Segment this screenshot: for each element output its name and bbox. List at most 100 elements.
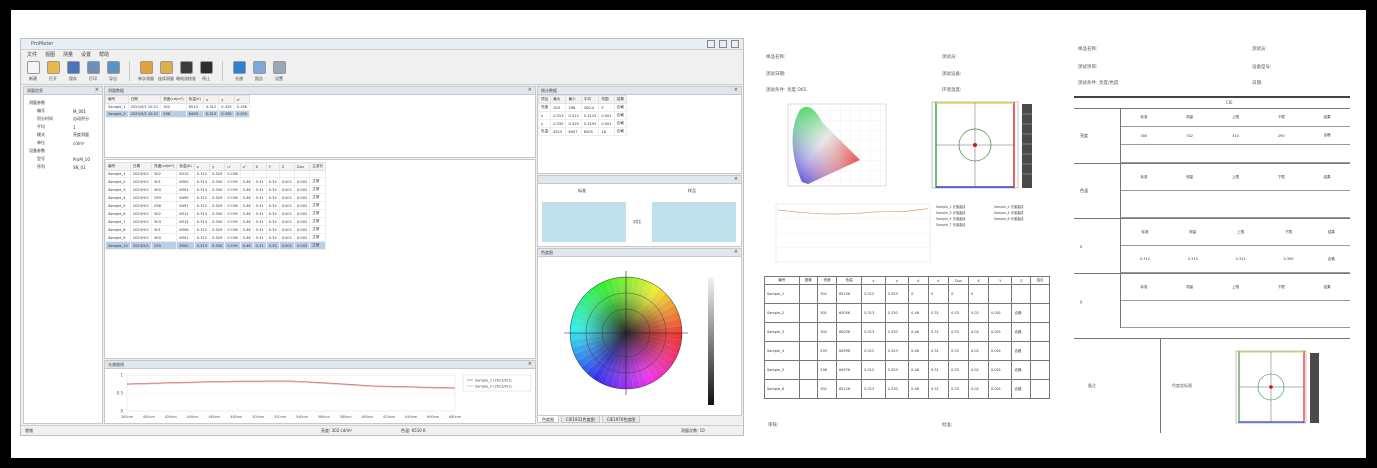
- close-icon[interactable]: ×: [528, 87, 532, 94]
- table-cell: 2023/9/1: [129, 185, 153, 194]
- column-header[interactable]: 最小: [565, 95, 582, 104]
- toolbar-button-8[interactable]: 暗电流校准: [176, 60, 196, 82]
- minimize-icon[interactable]: [707, 40, 715, 48]
- toolbar-button-6[interactable]: 单次测量: [138, 60, 154, 82]
- column-header[interactable]: 色温(K): [185, 95, 204, 104]
- table-row[interactable]: Sample_8 2023/9/1 301 6506 0.312 0.329 0.198 0.…: [105, 225, 327, 234]
- table-row[interactable]: 亮度 303 298 300.4 5 合格: [537, 103, 627, 112]
- menu-file[interactable]: 文件: [27, 51, 37, 58]
- toolbar-button-9[interactable]: 停止: [198, 60, 214, 82]
- close-icon[interactable]: ×: [734, 87, 738, 94]
- print-icon: [86, 60, 100, 74]
- property-row[interactable]: 序列 SN_01: [27, 163, 99, 171]
- toolbar-button-3[interactable]: 保存: [65, 60, 81, 82]
- table-row[interactable]: Sample_4 2023/9/1 299 6499 0.312 0.329 0.198 0.…: [105, 193, 327, 202]
- x-tick-label: 640nm: [405, 415, 418, 419]
- menu-help[interactable]: 帮助: [99, 51, 109, 58]
- column-header[interactable]: y: [209, 162, 226, 171]
- tab-3[interactable]: CIE1976色度图: [601, 415, 641, 423]
- toolbar-button-10[interactable]: 光谱: [231, 60, 247, 82]
- table-row[interactable]: Sample_1 2023/9/1 302 6510 0.312 0.329 0.198: [105, 170, 327, 178]
- maximize-icon[interactable]: [719, 40, 727, 48]
- column-header[interactable]: 项目: [537, 95, 552, 104]
- column-header[interactable]: 色温(K): [176, 162, 195, 171]
- toolbar-button-label: 光谱: [235, 75, 243, 81]
- table-cell: 0.329: [209, 201, 226, 210]
- column-header[interactable]: 最大: [550, 95, 567, 104]
- table-cell: 6499K: [835, 341, 863, 361]
- column-header[interactable]: 编号: [105, 162, 131, 171]
- column-header[interactable]: x: [202, 95, 220, 104]
- tab-2[interactable]: CIE1931色度图: [561, 415, 600, 423]
- property-row[interactable]: 模式 亮度测量: [27, 131, 99, 139]
- column-header: Y: [987, 276, 1013, 285]
- column-header[interactable]: Z: [278, 162, 296, 171]
- menu-measure[interactable]: 测量: [63, 51, 73, 58]
- toolbar-button-11[interactable]: 报告: [251, 60, 267, 82]
- toolbar-button-4[interactable]: 打印: [85, 60, 101, 82]
- status-count: 测量次数: 10: [681, 428, 705, 433]
- table-row[interactable]: Sample_6 2023/9/1 302 6512 0.313 0.330 0.199 0.…: [105, 209, 327, 218]
- menu-settings[interactable]: 设置: [81, 51, 91, 58]
- toolbar-button-5[interactable]: 导出: [105, 60, 121, 82]
- column-header[interactable]: Duv: [293, 162, 311, 171]
- table-cell: 302: [817, 284, 837, 304]
- column-header[interactable]: 编号: [105, 95, 129, 104]
- close-icon[interactable]: ×: [528, 361, 532, 368]
- toolbar-button-7[interactable]: 连续测量: [158, 60, 174, 82]
- table-row[interactable]: Sample_7 2023/9/1 303 6515 0.313 0.330 0.199 0.…: [105, 217, 327, 226]
- table-cell: 0.330: [550, 119, 567, 128]
- table-cell: [309, 170, 327, 178]
- toolbar-button-2[interactable]: 打开: [45, 60, 61, 82]
- property-row[interactable]: 测量参数: [27, 99, 99, 107]
- property-key: 测量参数: [29, 100, 45, 105]
- tab-1[interactable]: 色度图: [537, 415, 559, 423]
- property-row[interactable]: 型号 ProM_10: [27, 155, 99, 163]
- table-row: Sample_3 300 6503K 0.313 0.330 0.46 0.31 0.33 0.…: [764, 322, 1050, 342]
- table-row[interactable]: Sample_9 2023/9/1 300 6501 0.312 0.329 0.198 0.…: [105, 233, 327, 242]
- column-header[interactable]: x: [193, 162, 211, 171]
- close-icon[interactable]: ×: [734, 176, 738, 183]
- column-header[interactable]: 主波长: [309, 162, 327, 171]
- table-cell: 0.002: [293, 217, 311, 226]
- column-header[interactable]: v': [239, 162, 254, 171]
- table-row[interactable]: Sample_1 2023/9/1 10:21 302 6510 0.312 0.329 0…: [105, 103, 250, 111]
- property-row[interactable]: 积分时间 自动积分: [27, 115, 99, 123]
- property-row[interactable]: 设备参数: [27, 147, 99, 155]
- column-header[interactable]: 范围: [598, 95, 615, 104]
- table-row[interactable]: Sample_2 2023/9/1 301 6505 0.313 0.330 0.199 0.…: [105, 177, 327, 186]
- table-row: 300 302 310 290 合格: [1121, 126, 1350, 146]
- menu-view[interactable]: 视图: [45, 51, 55, 58]
- table-cell: 0.46: [239, 217, 254, 226]
- column-header[interactable]: y: [218, 95, 235, 104]
- toolbar-button-12[interactable]: 设置: [271, 60, 287, 82]
- table-row[interactable]: Sample_3 2023/9/1 300 6503 0.313 0.330 0.199 0.…: [105, 185, 327, 194]
- table-row[interactable]: x 0.313 0.312 0.3125 0.001 合格: [537, 111, 627, 120]
- column-header[interactable]: 日期: [129, 162, 153, 171]
- column-header[interactable]: 平均: [580, 95, 600, 104]
- close-icon[interactable]: ×: [95, 87, 99, 94]
- property-row[interactable]: 编号 M_001: [27, 107, 99, 115]
- column-header[interactable]: 亮度(cd/m²): [150, 162, 178, 171]
- close-icon[interactable]: [731, 40, 739, 48]
- property-row[interactable]: 单位 cd/m²: [27, 139, 99, 147]
- column-header[interactable]: 亮度(cd/m²): [160, 95, 187, 104]
- column-header[interactable]: u': [224, 162, 241, 171]
- table-cell: 0.329: [209, 170, 226, 178]
- table-cell: 0.313: [193, 241, 211, 250]
- column-header[interactable]: 结果: [613, 95, 627, 104]
- column-header[interactable]: Y: [265, 162, 280, 171]
- property-row[interactable]: 平均 1: [27, 123, 99, 131]
- table-cell: 299: [150, 193, 178, 202]
- table-row[interactable]: 色温 6515 6497 6505 18 合格: [537, 127, 627, 136]
- table-row[interactable]: Sample_10 2023/9/1 299 6500 0.313 0.330 0.199 0…: [105, 241, 327, 250]
- column-header[interactable]: 日期: [127, 95, 162, 104]
- close-icon[interactable]: ×: [734, 249, 738, 256]
- table-row[interactable]: Sample_2 2023/9/1 10:22 298 6498 0.313 0.330 0…: [105, 110, 250, 118]
- toolbar-button-1[interactable]: 新建: [25, 60, 41, 82]
- column-header[interactable]: u': [233, 95, 250, 104]
- table-row[interactable]: y 0.330 0.329 0.3295 0.001 合格: [537, 119, 627, 128]
- column-header[interactable]: X: [252, 162, 267, 171]
- table-cell: 0.33: [265, 201, 280, 210]
- table-row[interactable]: Sample_5 2023/9/1 298 6497 0.312 0.329 0.198 0.…: [105, 201, 327, 210]
